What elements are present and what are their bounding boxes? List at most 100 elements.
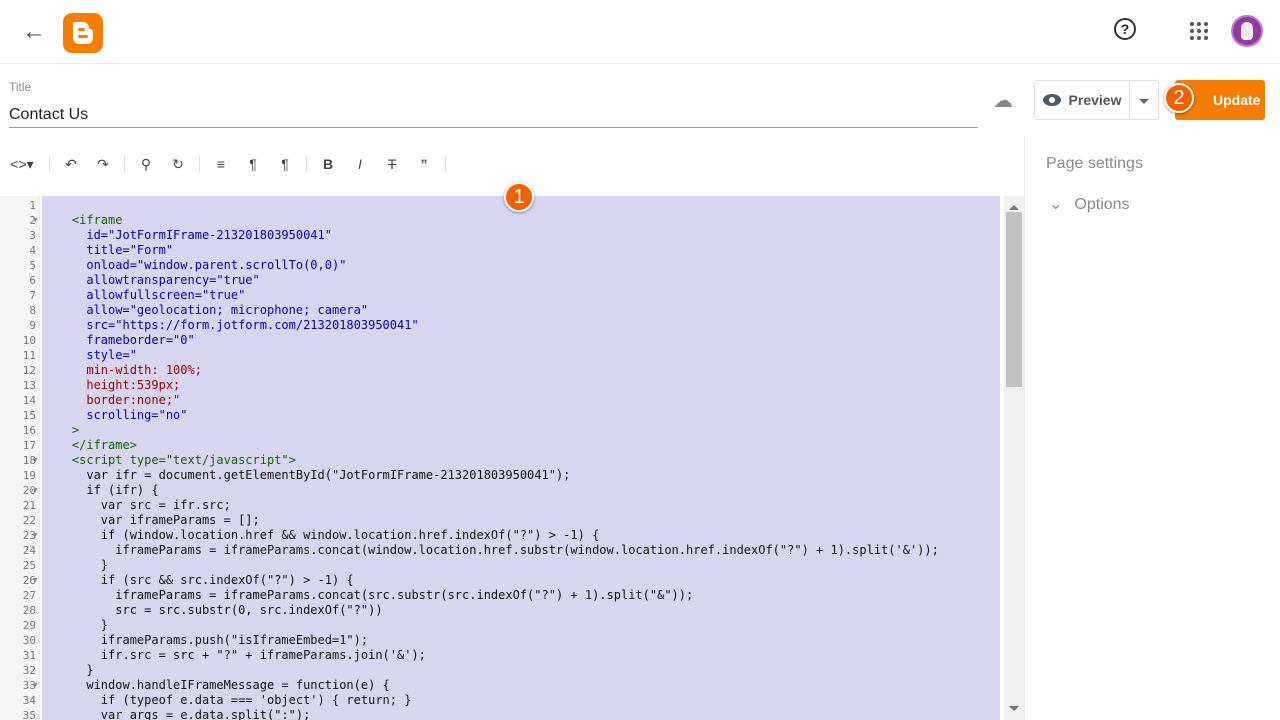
- preview-label: Preview: [1068, 92, 1122, 108]
- line-number: 35: [22, 709, 36, 720]
- code-area[interactable]: <iframe id="JotFormIFrame-21320180395004…: [42, 196, 1000, 720]
- line-number: 28: [22, 604, 36, 617]
- line-number: 16: [22, 424, 36, 437]
- line-number: 29: [22, 619, 36, 632]
- fold-arrow-icon[interactable]: ▼: [32, 457, 39, 464]
- page-settings-panel: Page settings ⌄ Options: [1024, 136, 1280, 720]
- line-number: 4: [29, 244, 36, 257]
- annotation-badge-2: 2: [1164, 83, 1194, 113]
- code-line: if (ifr) {: [43, 483, 159, 497]
- line-number-gutter: 1 2 ▼ 3 4 5 6 7 8 9 10 11 12 13 14 15 16 17 18 ▼ 19 20 ▼ 21 22 23…: [0, 196, 40, 720]
- preview-button[interactable]: Preview: [1034, 80, 1130, 120]
- scroll-down-icon[interactable]: [1009, 706, 1019, 716]
- quote-icon[interactable]: ”: [408, 156, 440, 172]
- page-settings-heading: Page settings: [1046, 155, 1143, 172]
- line-number: 21: [22, 499, 36, 512]
- line-number: 20: [22, 484, 36, 497]
- code-line: window.handleIFrameMessage = function(e)…: [43, 678, 390, 692]
- code-line: var ifr = document.getElementById("JotFo…: [43, 468, 571, 482]
- preview-dropdown-button[interactable]: [1129, 80, 1159, 120]
- code-line: </iframe>: [43, 438, 137, 452]
- eye-icon: [1042, 94, 1061, 106]
- chevron-down-icon: ⌄: [1049, 196, 1063, 213]
- code-line: <script type="text/javascript">: [43, 453, 296, 467]
- apps-grid-icon[interactable]: [1190, 22, 1208, 40]
- code-line: style=": [43, 348, 137, 362]
- fold-arrow-icon[interactable]: ▼: [32, 217, 39, 224]
- code-line: }: [43, 618, 109, 632]
- line-number: 22: [22, 514, 36, 527]
- code-line: var args = e.data.split(":");: [43, 708, 311, 720]
- blogger-logo[interactable]: [63, 13, 103, 53]
- line-number: 6: [29, 274, 36, 287]
- italic-icon[interactable]: I: [344, 156, 376, 172]
- code-editor[interactable]: 1 2 ▼ 3 4 5 6 7 8 9 10 11 12 13 14 15 16 17 18 ▼ 19 20 ▼ 21 22 23…: [0, 196, 1024, 720]
- code-line: ifr.src = src + "?" + iframeParams.join(…: [43, 648, 426, 662]
- fold-arrow-icon[interactable]: ▼: [32, 487, 39, 494]
- title-label: Title: [9, 80, 32, 94]
- line-number: 31: [22, 649, 36, 662]
- line-number: 18: [22, 454, 36, 467]
- redo-icon[interactable]: ↷: [87, 156, 119, 173]
- code-line: id="JotFormIFrame-213201803950041": [43, 228, 332, 242]
- top-bar: ← ?: [0, 0, 1280, 64]
- avatar[interactable]: [1231, 15, 1263, 47]
- line-number: 23: [22, 529, 36, 542]
- title-input[interactable]: [9, 103, 978, 128]
- editor-toolbar: <>▾ ↶ ↷ ⚲ ↻ ≡ ¶ ¶ B I T ”: [0, 150, 1020, 178]
- line-number: 3: [29, 229, 36, 242]
- editor-scrollbar[interactable]: [1004, 196, 1024, 720]
- code-line: title="Form": [43, 243, 174, 257]
- line-number: 11: [22, 349, 36, 362]
- line-number: 15: [22, 409, 36, 422]
- line-number: 26: [22, 574, 36, 587]
- line-number: 12: [22, 364, 36, 377]
- fold-arrow-icon[interactable]: ▼: [32, 577, 39, 584]
- code-line: }: [43, 558, 109, 572]
- code-line: allow="geolocation; microphone; camera": [43, 303, 369, 317]
- line-number: 34: [22, 694, 36, 707]
- code-line: >: [43, 423, 80, 437]
- line-number: 7: [29, 289, 36, 302]
- align-icon[interactable]: ≡: [205, 156, 237, 172]
- code-line: var iframeParams = [];: [43, 513, 260, 527]
- annotation-badge-1: 1: [504, 182, 534, 212]
- strikethrough-icon[interactable]: T: [376, 156, 408, 172]
- line-number: 8: [29, 304, 36, 317]
- ltr-icon[interactable]: ¶: [237, 156, 269, 172]
- line-number: 17: [22, 439, 36, 452]
- line-number: 5: [29, 259, 36, 272]
- line-number: 10: [22, 334, 36, 347]
- line-number: 30: [22, 634, 36, 647]
- scroll-up-icon[interactable]: [1009, 200, 1019, 210]
- line-number: 19: [22, 469, 36, 482]
- code-line: <iframe: [43, 213, 123, 227]
- code-line: src = src.substr(0, src.indexOf("?")): [43, 603, 383, 617]
- code-line: allowtransparency="true": [43, 273, 260, 287]
- fold-arrow-icon[interactable]: ▼: [32, 532, 39, 539]
- code-view-toggle-icon[interactable]: <>▾: [0, 156, 44, 173]
- help-icon[interactable]: ?: [1114, 18, 1136, 40]
- code-line: var src = ifr.src;: [43, 498, 231, 512]
- options-toggle[interactable]: ⌄ Options: [1049, 194, 1130, 214]
- code-line: min-width: 100%;: [43, 363, 202, 377]
- code-line: src="https://form.jotform.com/2132018039…: [43, 318, 419, 332]
- bold-icon[interactable]: B: [312, 156, 344, 172]
- code-line: frameborder="0": [43, 333, 195, 347]
- code-line: allowfullscreen="true": [43, 288, 246, 302]
- scroll-thumb[interactable]: [1006, 212, 1022, 387]
- code-line: iframeParams = iframeParams.concat(windo…: [43, 543, 939, 557]
- rtl-icon[interactable]: ¶: [269, 156, 301, 172]
- line-number: 24: [22, 544, 36, 557]
- fold-arrow-icon[interactable]: ▼: [32, 682, 39, 689]
- replace-icon[interactable]: ↻: [162, 156, 194, 173]
- code-line: iframeParams = iframeParams.concat(src.s…: [43, 588, 694, 602]
- code-line: }: [43, 663, 94, 677]
- search-icon[interactable]: ⚲: [130, 156, 162, 173]
- undo-icon[interactable]: ↶: [55, 156, 87, 173]
- back-arrow-icon[interactable]: ←: [22, 18, 46, 46]
- line-number: 25: [22, 559, 36, 572]
- line-number: 1: [29, 199, 36, 212]
- code-line: iframeParams.push("isIframeEmbed=1");: [43, 633, 369, 647]
- code-line: if (src && src.indexOf("?") > -1) {: [43, 573, 354, 587]
